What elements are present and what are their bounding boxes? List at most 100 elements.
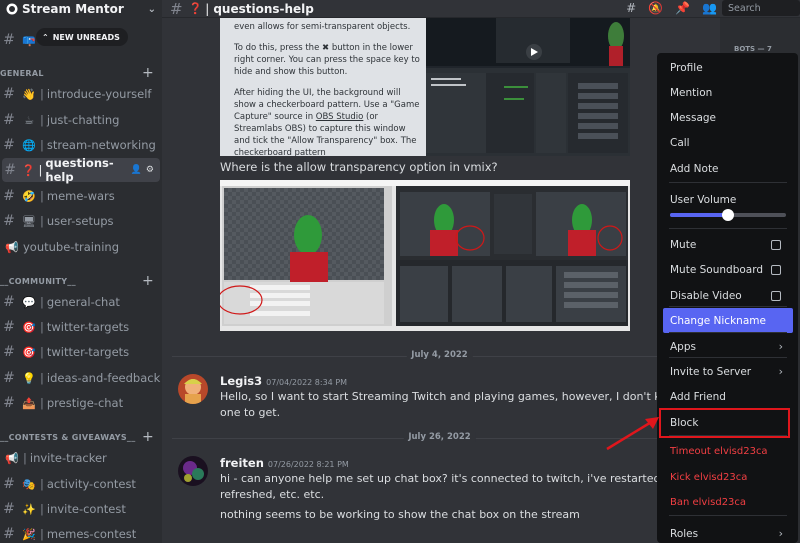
arrow-up-icon: ⌃ bbox=[42, 32, 49, 42]
menu-item-call[interactable]: Call bbox=[663, 130, 793, 155]
username[interactable]: freiten bbox=[220, 456, 264, 470]
role-header: BOTS — 7 bbox=[734, 45, 772, 53]
add-member-icon[interactable]: 👤 bbox=[131, 165, 142, 175]
channel-stream-networking[interactable]: # 🌐 | stream-networking bbox=[0, 133, 162, 157]
channel-meme-wars[interactable]: # 🤣 | meme-wars bbox=[0, 184, 162, 208]
chevron-right-icon: › bbox=[778, 365, 783, 378]
channel-invite-contest[interactable]: # ✨ | invite-contest bbox=[0, 497, 162, 521]
category-label: GENERAL bbox=[0, 68, 44, 78]
announcement-icon: 📢 bbox=[5, 240, 19, 254]
hash-icon: # bbox=[3, 137, 15, 153]
channel-invite-tracker[interactable]: 📢 | invite-tracker bbox=[0, 446, 162, 470]
channel-emoji: 📤 bbox=[22, 396, 36, 410]
channel-memes-contest[interactable]: # 🎉 | memes-contest bbox=[0, 522, 162, 543]
channel-twitter-targets[interactable]: # 🎯 | twitter-targets bbox=[0, 315, 162, 339]
menu-item-change-nickname[interactable]: Change Nickname bbox=[663, 308, 793, 333]
channel-user-setups[interactable]: # 🖥 | user-setups bbox=[0, 209, 162, 233]
date-label: July 26, 2022 bbox=[403, 432, 476, 442]
hash-icon: # bbox=[3, 86, 15, 102]
chevron-down-icon: ⌄ bbox=[147, 3, 156, 15]
hash-icon: # bbox=[170, 0, 183, 18]
notification-muted-icon[interactable]: 🔕 bbox=[648, 1, 663, 15]
block-highlight-box bbox=[659, 408, 790, 438]
menu-item-mute-soundboard[interactable]: Mute Soundboard bbox=[663, 257, 793, 282]
channel-emoji: 🎭 bbox=[22, 477, 36, 491]
menu-separator bbox=[669, 332, 787, 333]
hash-icon: # bbox=[3, 32, 15, 48]
timestamp: 07/04/2022 8:34 PM bbox=[266, 378, 348, 387]
message-text: one to get. bbox=[220, 406, 281, 419]
channel-prestige-chat[interactable]: # 📤 | prestige-chat bbox=[0, 391, 162, 415]
separator: | bbox=[205, 1, 210, 16]
add-channel-icon[interactable]: + bbox=[142, 65, 154, 81]
channel-title: questions-help bbox=[213, 1, 314, 16]
new-unreads-pill[interactable]: ⌃ NEW UNREADS bbox=[36, 28, 128, 46]
channel-ideas-and-feedback[interactable]: # 💡 | ideas-and-feedback bbox=[0, 366, 162, 390]
channel-name: questions-help bbox=[45, 156, 114, 184]
checkbox-icon[interactable] bbox=[771, 290, 781, 301]
add-channel-icon[interactable]: + bbox=[142, 273, 154, 289]
menu-item-message[interactable]: Message bbox=[663, 105, 793, 130]
menu-item-apps[interactable]: Apps › bbox=[663, 334, 793, 359]
channel-name: twitter-targets bbox=[46, 345, 130, 359]
server-header[interactable]: Stream Mentor ⌄ bbox=[0, 0, 162, 18]
members-icon[interactable]: 👥 bbox=[702, 1, 717, 15]
menu-item-invite-to-server[interactable]: Invite to Server › bbox=[663, 359, 793, 384]
channel-general-chat[interactable]: # 💬 | general-chat bbox=[0, 290, 162, 314]
attachment-paragraph: To do this, press the ✖ button in the lo… bbox=[234, 43, 420, 77]
category-general[interactable]: GENERAL + bbox=[0, 65, 162, 81]
menu-item-mute[interactable]: Mute bbox=[663, 232, 793, 257]
hash-icon: # bbox=[3, 344, 15, 360]
channel-name: meme-wars bbox=[46, 189, 115, 203]
menu-item-add-friend[interactable]: Add Friend bbox=[663, 384, 793, 409]
channel-twitter-targets-2[interactable]: # 🎯 | twitter-targets bbox=[0, 340, 162, 364]
category-contests[interactable]: __CONTESTS & GIVEAWAYS__ + bbox=[0, 429, 162, 445]
image-attachment[interactable]: even allows for semi-transparent objects… bbox=[220, 18, 630, 156]
menu-item-kick[interactable]: Kick elvisd23ca bbox=[663, 465, 793, 490]
channel-name: introduce-yourself bbox=[46, 87, 152, 101]
new-unreads-label: NEW UNREADS bbox=[52, 32, 120, 42]
message-header: Legis3 07/04/2022 8:34 PM bbox=[220, 374, 347, 388]
menu-item-add-note[interactable]: Add Note bbox=[663, 156, 793, 181]
channel-youtube-training[interactable]: 📢 youtube-training bbox=[0, 235, 162, 259]
channel-introduce-yourself[interactable]: # 👋 | introduce-yourself bbox=[0, 82, 162, 106]
channel-emoji: ❓ bbox=[188, 2, 203, 15]
menu-item-timeout[interactable]: Timeout elvisd23ca bbox=[663, 439, 793, 464]
checkbox-icon[interactable] bbox=[771, 239, 781, 250]
obs-screenshot bbox=[426, 18, 630, 156]
volume-slider-handle[interactable] bbox=[722, 209, 734, 221]
date-label: July 4, 2022 bbox=[406, 350, 473, 360]
category-community[interactable]: __COMMUNITY__ + bbox=[0, 273, 162, 289]
channel-questions-help[interactable]: # ❓ | questions-help 👤 ⚙ bbox=[2, 156, 160, 184]
menu-separator bbox=[669, 228, 787, 229]
avatar[interactable] bbox=[178, 456, 208, 486]
channel-just-chatting[interactable]: # ☕ | just-chatting bbox=[0, 108, 162, 132]
channel-emoji: 🌐 bbox=[22, 138, 36, 152]
add-channel-icon[interactable]: + bbox=[142, 429, 154, 445]
hash-icon: # bbox=[3, 501, 15, 517]
menu-item-ban[interactable]: Ban elvisd23ca bbox=[663, 490, 793, 515]
menu-item-roles[interactable]: Roles › bbox=[663, 521, 793, 543]
username[interactable]: Legis3 bbox=[220, 374, 262, 388]
hash-icon: # bbox=[3, 213, 15, 229]
pin-icon[interactable]: 📌 bbox=[675, 1, 690, 15]
menu-item-mention[interactable]: Mention bbox=[663, 80, 793, 105]
menu-item-disable-video[interactable]: Disable Video bbox=[663, 283, 793, 308]
menu-separator bbox=[669, 357, 787, 358]
message-header: freiten 07/26/2022 8:21 PM bbox=[220, 456, 349, 470]
gear-icon[interactable]: ⚙ bbox=[146, 165, 154, 175]
menu-item-profile[interactable]: Profile bbox=[663, 55, 793, 80]
volume-slider[interactable] bbox=[670, 209, 786, 221]
message-text: hi - can anyone help me set up chat box?… bbox=[220, 472, 664, 485]
channel-activity-contest[interactable]: # 🎭 | activity-contest bbox=[0, 472, 162, 496]
threads-icon[interactable]: # bbox=[626, 1, 636, 15]
image-attachment[interactable] bbox=[220, 180, 630, 331]
user-context-menu: Profile Mention Message Call Add Note Us… bbox=[657, 53, 798, 543]
avatar[interactable] bbox=[178, 374, 208, 404]
attachment-paragraph: even allows for semi-transparent objects… bbox=[234, 22, 411, 32]
search-input[interactable]: Search bbox=[722, 0, 800, 16]
timestamp: 07/26/2022 8:21 PM bbox=[267, 460, 349, 469]
mail-icon: 📪 bbox=[22, 33, 36, 47]
channel-emoji: 🎉 bbox=[22, 527, 36, 541]
checkbox-icon[interactable] bbox=[771, 264, 781, 275]
